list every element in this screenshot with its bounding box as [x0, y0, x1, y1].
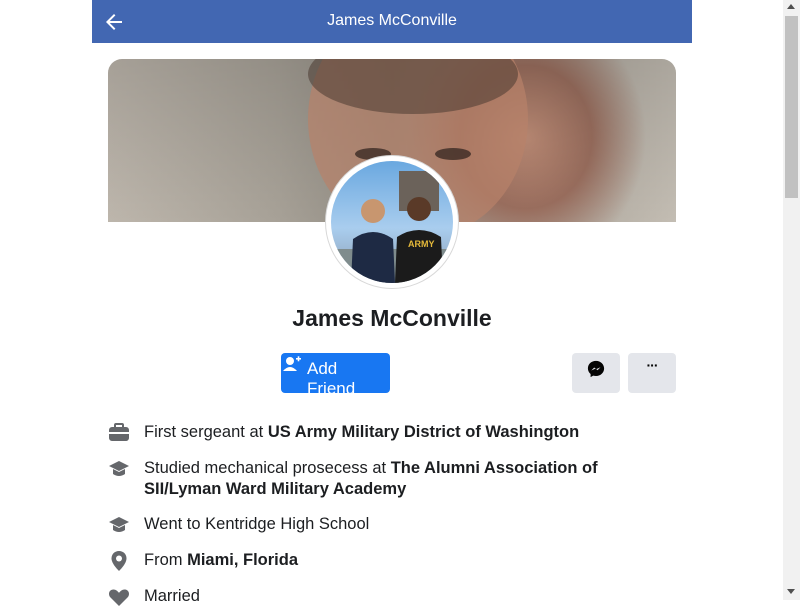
scrollbar-thumb[interactable]	[785, 16, 798, 198]
graduation-cap-icon	[108, 458, 130, 480]
top-bar: James McConville	[92, 0, 692, 43]
add-friend-button[interactable]: Add Friend	[281, 353, 390, 398]
avatar: ARMY	[331, 161, 453, 283]
more-icon: ···	[646, 357, 659, 373]
hometown-prefix: From	[144, 551, 188, 569]
scroll-down-arrow-icon[interactable]	[787, 589, 795, 594]
location-pin-icon	[108, 550, 130, 572]
high-school-text: Went to Kentridge High School	[144, 515, 370, 533]
add-friend-label: Add Friend	[307, 359, 356, 398]
message-button[interactable]	[572, 353, 620, 393]
more-options-button[interactable]: ···	[628, 353, 676, 393]
add-person-icon	[282, 355, 302, 380]
work-prefix: First sergeant at	[144, 423, 268, 441]
page-scrollbar[interactable]	[783, 0, 800, 600]
profile-name: James McConville	[292, 305, 492, 331]
relationship-text: Married	[144, 587, 200, 605]
profile-picture[interactable]: ARMY	[325, 155, 459, 289]
education-prefix: Studied mechanical prosecess at	[144, 459, 391, 477]
messenger-icon	[587, 360, 605, 378]
scroll-up-arrow-icon[interactable]	[787, 4, 795, 9]
page-title: James McConville	[327, 12, 457, 29]
heart-icon	[108, 586, 130, 608]
graduation-cap-icon	[108, 514, 130, 536]
shirt-logo: ARMY	[408, 239, 435, 249]
work-place[interactable]: US Army Military District of Washington	[268, 423, 579, 441]
briefcase-icon	[108, 422, 130, 444]
hometown-place[interactable]: Miami, Florida	[187, 551, 298, 569]
